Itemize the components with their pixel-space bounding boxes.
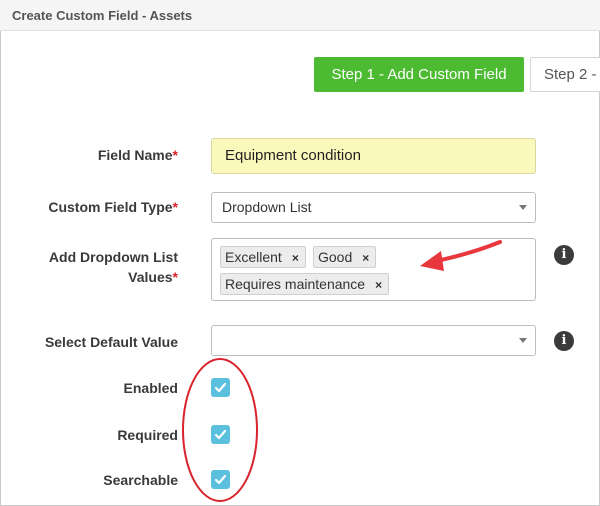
annotation-ellipse: [182, 358, 258, 502]
annotation-arrow: [420, 240, 502, 271]
annotation-overlay: [182, 240, 502, 502]
